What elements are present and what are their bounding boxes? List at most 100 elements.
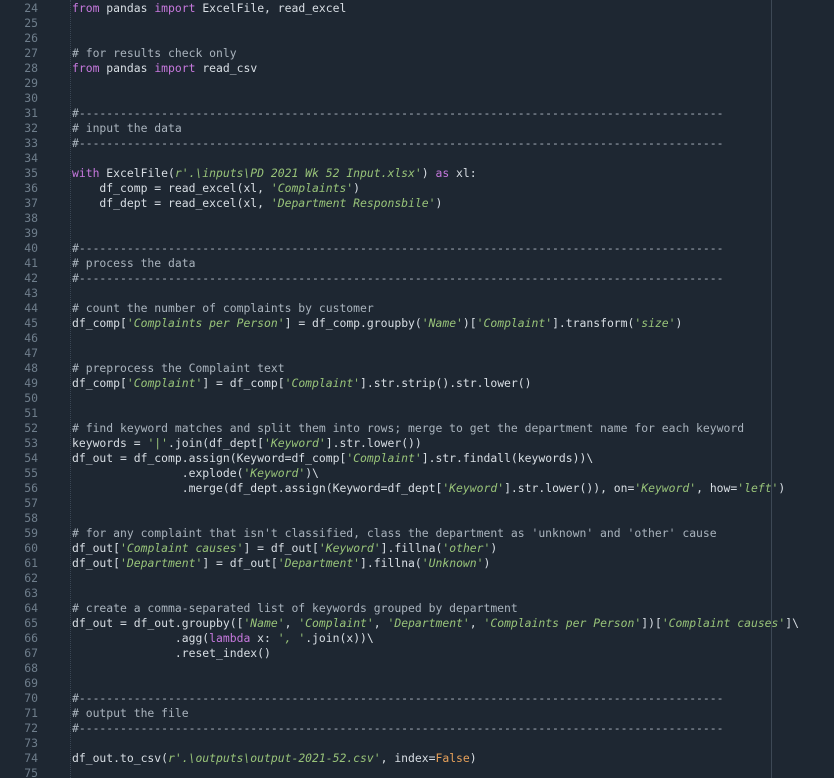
code-text[interactable]: df_comp['Complaints per Person'] = df_co… (72, 316, 682, 331)
code-line[interactable]: 41 # process the data (0, 256, 834, 271)
code-line[interactable]: 62 (0, 571, 834, 586)
code-token: 'Complaint causes' (661, 616, 786, 630)
code-text[interactable]: from pandas import read_csv (72, 61, 257, 76)
code-line[interactable]: 26 (0, 31, 834, 46)
code-text[interactable]: # input the data (72, 121, 182, 136)
code-text[interactable]: # for results check only (72, 46, 237, 61)
code-line[interactable]: 42 #-------------------------------------… (0, 271, 834, 286)
code-line[interactable]: 59 # for any complaint that isn't classif… (0, 526, 834, 541)
code-text[interactable]: df_out['Complaint causes'] = df_out['Key… (72, 541, 497, 556)
code-line[interactable]: 28 from pandas import read_csv (0, 61, 834, 76)
line-number: 64 (24, 601, 38, 615)
code-text[interactable]: # output the file (72, 706, 189, 721)
code-line[interactable]: 75 (0, 766, 834, 778)
code-text[interactable]: #---------------------------------------… (72, 271, 724, 286)
code-token: import (154, 61, 196, 75)
code-line[interactable]: 31 #-------------------------------------… (0, 106, 834, 121)
code-line[interactable]: 27 # for results check only (0, 46, 834, 61)
code-line[interactable]: 29 (0, 76, 834, 91)
code-line[interactable]: 51 (0, 406, 834, 421)
code-line[interactable]: 60 df_out['Complaint causes'] = df_out['K… (0, 541, 834, 556)
code-text[interactable]: with ExcelFile(r'.\inputs\PD 2021 Wk 52 … (72, 166, 477, 181)
code-text[interactable]: #---------------------------------------… (72, 721, 724, 736)
code-token: ].str.lower()), on= (504, 481, 635, 495)
code-line[interactable]: 56 .merge(df_dept.assign(Keyword=df_dept… (0, 481, 834, 496)
code-text[interactable]: # for any complaint that isn't classifie… (72, 526, 717, 541)
code-line[interactable]: 37 df_dept = read_excel(xl, 'Department … (0, 196, 834, 211)
code-line[interactable]: 68 (0, 661, 834, 676)
code-line[interactable]: 40 #-------------------------------------… (0, 241, 834, 256)
code-line[interactable]: 48 # preprocess the Complaint text (0, 361, 834, 376)
code-text[interactable]: #---------------------------------------… (72, 691, 724, 706)
code-line[interactable]: 32 # input the data (0, 121, 834, 136)
code-line[interactable]: 38 (0, 211, 834, 226)
code-token: as (435, 166, 450, 180)
code-token: keywords = (72, 436, 148, 450)
code-text[interactable]: # preprocess the Complaint text (72, 361, 285, 376)
code-line[interactable]: 46 (0, 331, 834, 346)
code-line[interactable]: 73 (0, 736, 834, 751)
code-text[interactable]: df_comp = read_excel(xl, 'Complaints') (72, 181, 360, 196)
code-line[interactable]: 24 from pandas import ExcelFile, read_exc… (0, 1, 834, 16)
code-line[interactable]: 65 df_out = df_out.groupby(['Name', 'Comp… (0, 616, 834, 631)
code-line[interactable]: 58 (0, 511, 834, 526)
code-line[interactable]: 72 #-------------------------------------… (0, 721, 834, 736)
code-text[interactable]: .explode('Keyword')\ (72, 466, 319, 481)
code-token: 'Complaint' (284, 376, 361, 390)
code-text[interactable]: df_out['Department'] = df_out['Departmen… (72, 556, 490, 571)
code-token: , (284, 616, 299, 630)
code-line[interactable]: 47 (0, 346, 834, 361)
code-text[interactable]: from pandas import ExcelFile, read_excel (72, 1, 346, 16)
code-text[interactable]: df_comp['Complaint'] = df_comp['Complain… (72, 376, 532, 391)
code-line[interactable]: 34 (0, 151, 834, 166)
code-editor[interactable]: 24 from pandas import ExcelFile, read_exc… (0, 0, 834, 778)
code-line[interactable]: 30 (0, 91, 834, 106)
code-text[interactable]: keywords = '|'.join(df_dept['Keyword'].s… (72, 436, 422, 451)
code-token: # process the data (72, 256, 196, 270)
code-line[interactable]: 55 .explode('Keyword')\ (0, 466, 834, 481)
code-token: ) (483, 556, 491, 570)
code-line[interactable]: 44 # count the number of complaints by cu… (0, 301, 834, 316)
code-line[interactable]: 52 # find keyword matches and split them … (0, 421, 834, 436)
code-line[interactable]: 63 (0, 586, 834, 601)
code-line[interactable]: 33 #-------------------------------------… (0, 136, 834, 151)
line-number: 63 (24, 586, 38, 600)
code-text[interactable]: #---------------------------------------… (72, 241, 724, 256)
code-text[interactable]: .reset_index() (72, 646, 271, 661)
code-line[interactable]: 49 df_comp['Complaint'] = df_comp['Compla… (0, 376, 834, 391)
code-text[interactable]: #---------------------------------------… (72, 106, 724, 121)
code-text[interactable]: df_dept = read_excel(xl, 'Department Res… (72, 196, 442, 211)
code-token: '|' (147, 436, 169, 450)
code-text[interactable]: # process the data (72, 256, 195, 271)
code-text[interactable]: # count the number of complaints by cust… (72, 301, 374, 316)
code-line[interactable]: 71 # output the file (0, 706, 834, 721)
code-line[interactable]: 70 #-------------------------------------… (0, 691, 834, 706)
code-text[interactable]: #---------------------------------------… (72, 136, 724, 151)
code-line[interactable]: 50 (0, 391, 834, 406)
code-line[interactable]: 53 keywords = '|'.join(df_dept['Keyword']… (0, 436, 834, 451)
code-text[interactable]: # find keyword matches and split them in… (72, 421, 744, 436)
code-line[interactable]: 45 df_comp['Complaints per Person'] = df_… (0, 316, 834, 331)
code-line[interactable]: 64 # create a comma-separated list of key… (0, 601, 834, 616)
code-line[interactable]: 67 .reset_index() (0, 646, 834, 661)
code-line[interactable]: 39 (0, 226, 834, 241)
code-text[interactable]: .merge(df_dept.assign(Keyword=df_dept['K… (72, 481, 786, 496)
code-token: r'.\inputs\PD 2021 Wk 52 Input.xlsx' (174, 166, 422, 180)
code-line[interactable]: 43 (0, 286, 834, 301)
code-line[interactable]: 66 .agg(lambda x: ', '.join(x))\ (0, 631, 834, 646)
code-line[interactable]: 25 (0, 16, 834, 31)
code-text[interactable]: df_out = df_out.groupby(['Name', 'Compla… (72, 616, 799, 631)
code-line[interactable]: 61 df_out['Department'] = df_out['Departm… (0, 556, 834, 571)
code-token: # for any complaint that isn't classifie… (72, 526, 717, 540)
code-line[interactable]: 54 df_out = df_comp.assign(Keyword=df_com… (0, 451, 834, 466)
code-line[interactable]: 69 (0, 676, 834, 691)
code-line[interactable]: 35 with ExcelFile(r'.\inputs\PD 2021 Wk 5… (0, 166, 834, 181)
code-line[interactable]: 57 (0, 496, 834, 511)
code-token: ] = df_comp[ (202, 376, 285, 390)
code-line[interactable]: 36 df_comp = read_excel(xl, 'Complaints'… (0, 181, 834, 196)
code-text[interactable]: .agg(lambda x: ', '.join(x))\ (72, 631, 374, 646)
code-text[interactable]: # create a comma-separated list of keywo… (72, 601, 518, 616)
code-text[interactable]: df_out = df_comp.assign(Keyword=df_comp[… (72, 451, 593, 466)
code-line[interactable]: 74 df_out.to_csv(r'.\outputs\output-2021-… (0, 751, 834, 766)
code-text[interactable]: df_out.to_csv(r'.\outputs\output-2021-52… (72, 751, 477, 766)
